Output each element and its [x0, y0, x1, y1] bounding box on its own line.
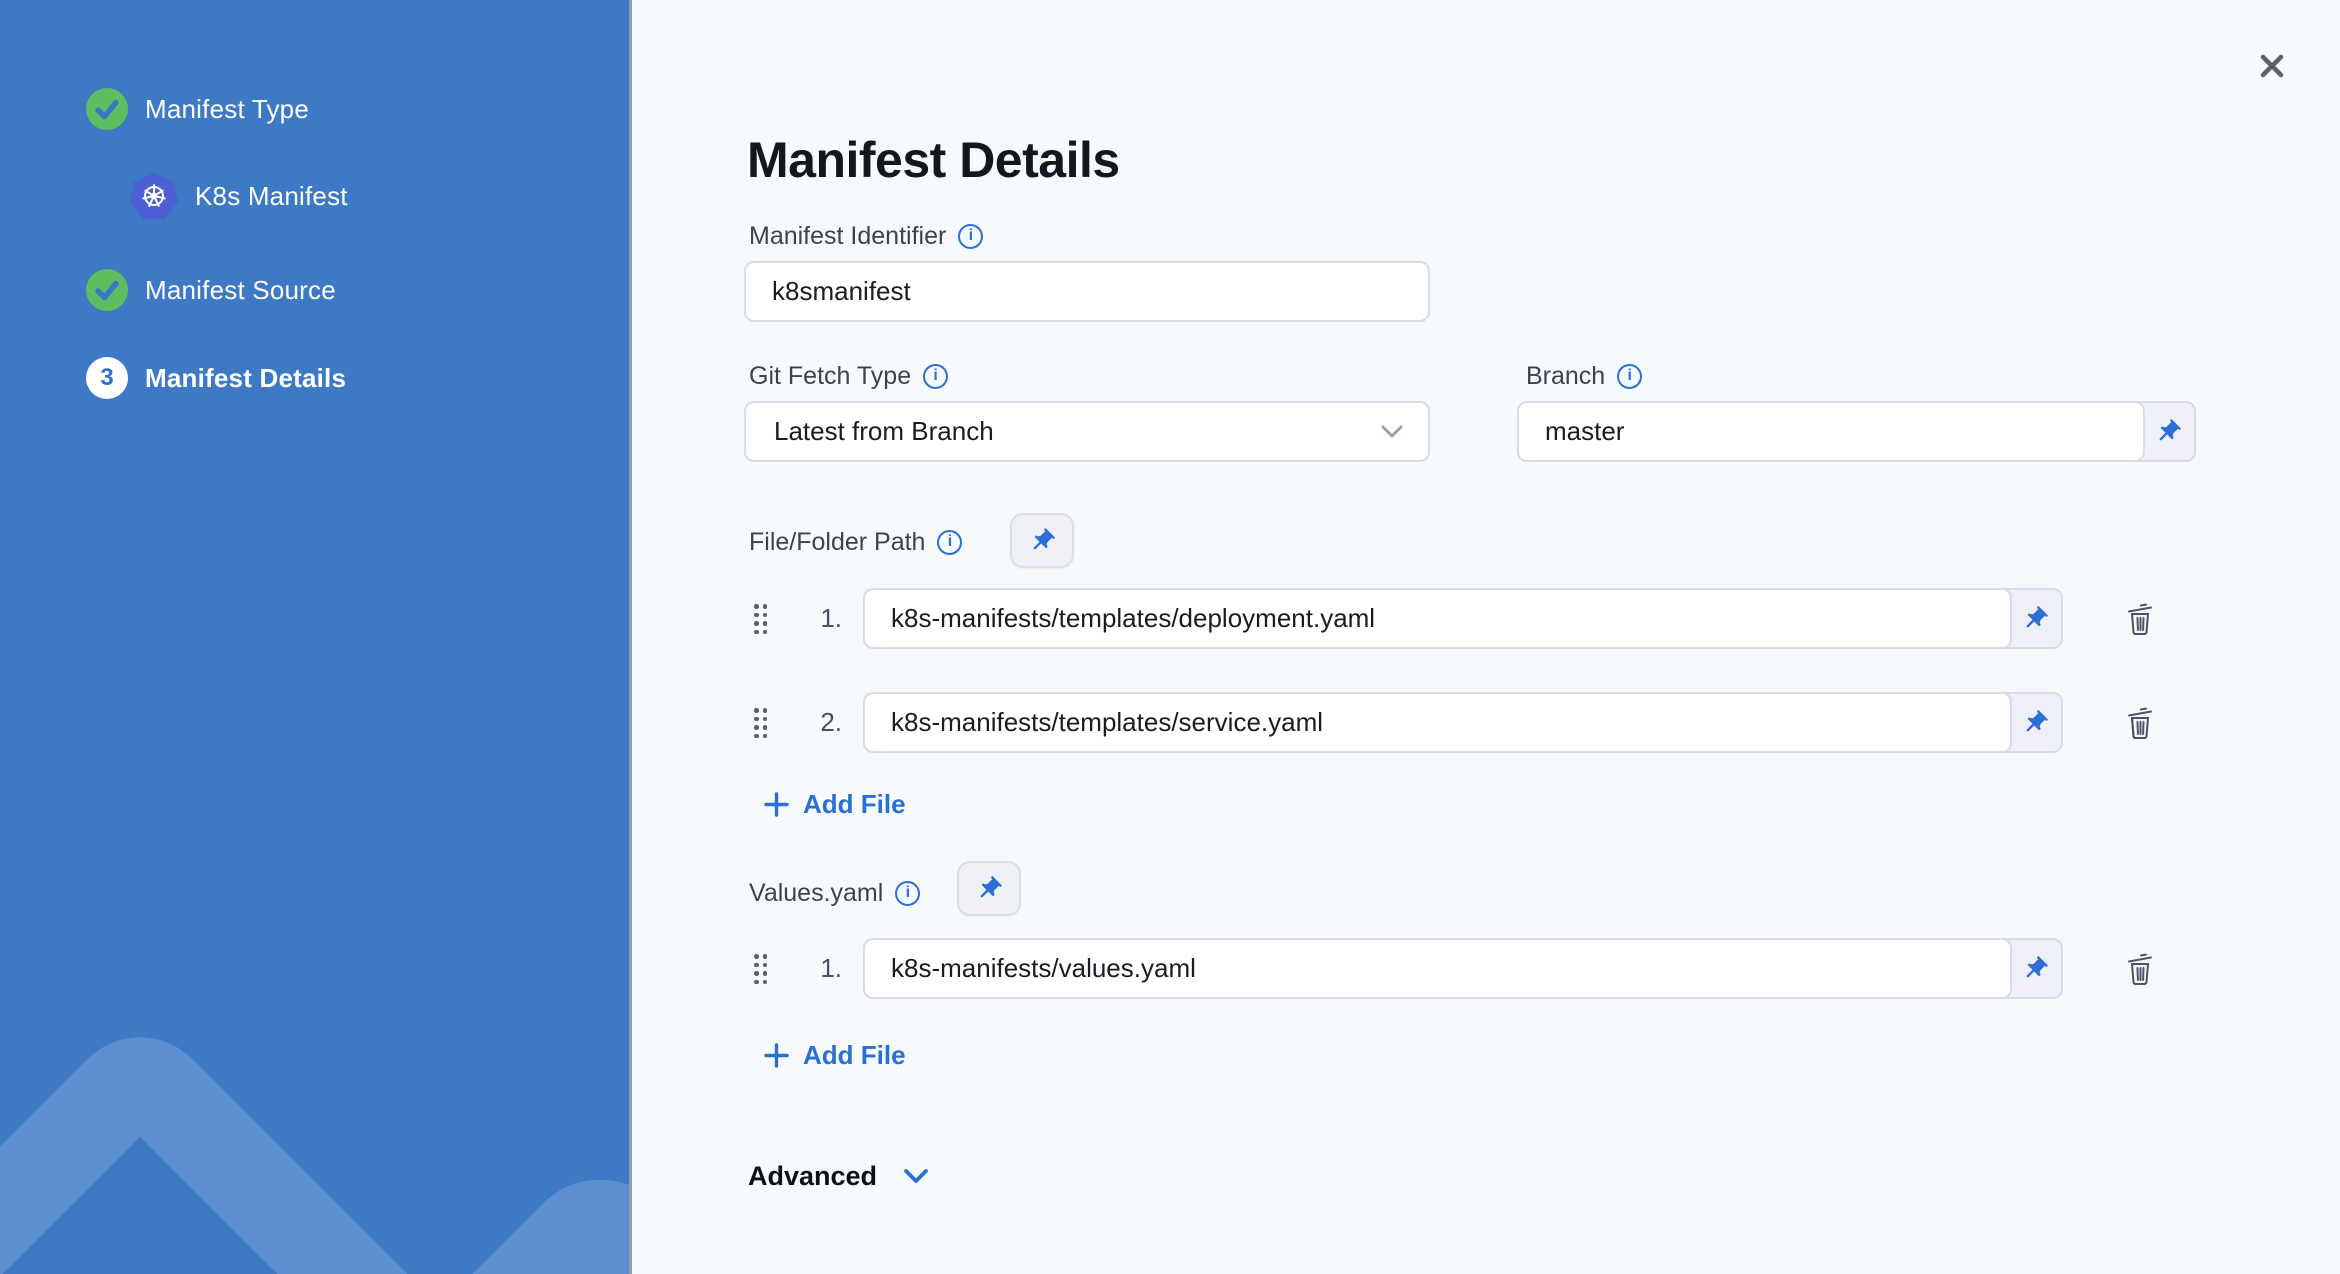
- values-yaml-label-row: Values.yaml i: [749, 878, 921, 908]
- kubernetes-icon: [130, 173, 178, 219]
- row-number: 1.: [820, 603, 842, 633]
- pin-all-button[interactable]: [957, 861, 1021, 916]
- manifest-identifier-label: Manifest Identifier: [749, 221, 947, 250]
- drag-handle[interactable]: [752, 602, 769, 636]
- git-fetch-type-label-row: Git Fetch Type i: [749, 361, 949, 391]
- step-label: Manifest Source: [145, 274, 336, 305]
- branch-label: Branch: [1526, 361, 1606, 390]
- git-fetch-type-label: Git Fetch Type: [749, 361, 912, 390]
- wizard-sidebar: Manifest Type K8s Manifest Manifest Sour…: [0, 0, 629, 1274]
- sidebar-step-manifest-details[interactable]: 3 Manifest Details: [86, 357, 346, 399]
- manifest-identifier-box: [744, 261, 1430, 322]
- chevron-down-icon: [904, 1169, 928, 1183]
- step-label: Manifest Details: [145, 362, 347, 393]
- file-folder-path-label: File/Folder Path: [749, 527, 926, 556]
- file-folder-path-label-row: File/Folder Path i: [749, 527, 963, 557]
- add-file-label: Add File: [803, 1040, 906, 1070]
- sidebar-step-manifest-type[interactable]: Manifest Type: [86, 88, 309, 130]
- add-file-label: Add File: [803, 789, 906, 819]
- chevron-down-icon: [1381, 425, 1403, 438]
- file-path-field-group: [863, 692, 2063, 753]
- advanced-toggle[interactable]: Advanced: [748, 1161, 929, 1192]
- values-path-box: [863, 938, 2012, 999]
- manifest-details-modal: Manifest Type K8s Manifest Manifest Sour…: [0, 0, 2340, 1274]
- values-yaml-label: Values.yaml: [749, 878, 884, 907]
- step-label: K8s Manifest: [195, 180, 348, 211]
- page-title: Manifest Details: [747, 131, 1120, 188]
- file-path-input-1[interactable]: [865, 590, 2010, 647]
- plus-icon: [764, 792, 789, 817]
- values-path-field-group: [863, 938, 2063, 999]
- step-number-badge: 3: [86, 357, 128, 399]
- pin-icon: [1033, 527, 1055, 549]
- row-number: 2.: [820, 707, 842, 737]
- info-icon[interactable]: i: [895, 880, 921, 906]
- info-icon[interactable]: i: [937, 529, 963, 555]
- step-label: Manifest Type: [145, 93, 309, 124]
- branch-input[interactable]: [1519, 403, 2143, 460]
- check-icon: [86, 88, 128, 130]
- pin-icon: [980, 875, 1002, 897]
- branch-label-row: Branch i: [1526, 361, 1643, 391]
- branch-field-group: [1517, 401, 2196, 462]
- delete-row-icon[interactable]: [2114, 692, 2166, 753]
- row-number: 1.: [820, 953, 842, 983]
- branch-box: [1517, 401, 2145, 462]
- pin-all-button[interactable]: [1010, 513, 1074, 568]
- advanced-label: Advanced: [748, 1161, 878, 1191]
- values-path-input-1[interactable]: [865, 940, 2010, 997]
- info-icon[interactable]: i: [923, 363, 949, 389]
- check-icon: [86, 269, 128, 311]
- info-icon[interactable]: i: [958, 223, 984, 249]
- delete-row-icon[interactable]: [2114, 588, 2166, 649]
- manifest-identifier-label-row: Manifest Identifier i: [749, 221, 984, 251]
- file-path-input-2[interactable]: [865, 694, 2010, 751]
- sidebar-step-k8s-manifest[interactable]: K8s Manifest: [130, 173, 348, 219]
- info-icon[interactable]: i: [1617, 363, 1643, 389]
- panel-divider: [629, 0, 632, 1274]
- file-path-box: [863, 692, 2012, 753]
- delete-row-icon[interactable]: [2114, 938, 2166, 999]
- harness-logo-watermark: [0, 1006, 466, 1274]
- file-path-box: [863, 588, 2012, 649]
- git-fetch-type-select[interactable]: Latest from Branch: [744, 401, 1430, 462]
- manifest-identifier-input[interactable]: [746, 263, 1428, 320]
- pin-icon[interactable]: [2008, 940, 2061, 997]
- pin-icon[interactable]: [2008, 694, 2061, 751]
- drag-handle[interactable]: [752, 706, 769, 740]
- add-file-button[interactable]: Add File: [763, 1040, 906, 1071]
- pin-icon[interactable]: [2141, 403, 2194, 460]
- file-path-field-group: [863, 588, 2063, 649]
- git-fetch-type-value: Latest from Branch: [774, 416, 994, 446]
- plus-icon: [764, 1043, 789, 1068]
- close-icon[interactable]: [2248, 42, 2296, 90]
- add-file-button[interactable]: Add File: [763, 789, 906, 820]
- sidebar-step-manifest-source[interactable]: Manifest Source: [86, 269, 336, 311]
- pin-icon[interactable]: [2008, 590, 2061, 647]
- drag-handle[interactable]: [752, 952, 769, 986]
